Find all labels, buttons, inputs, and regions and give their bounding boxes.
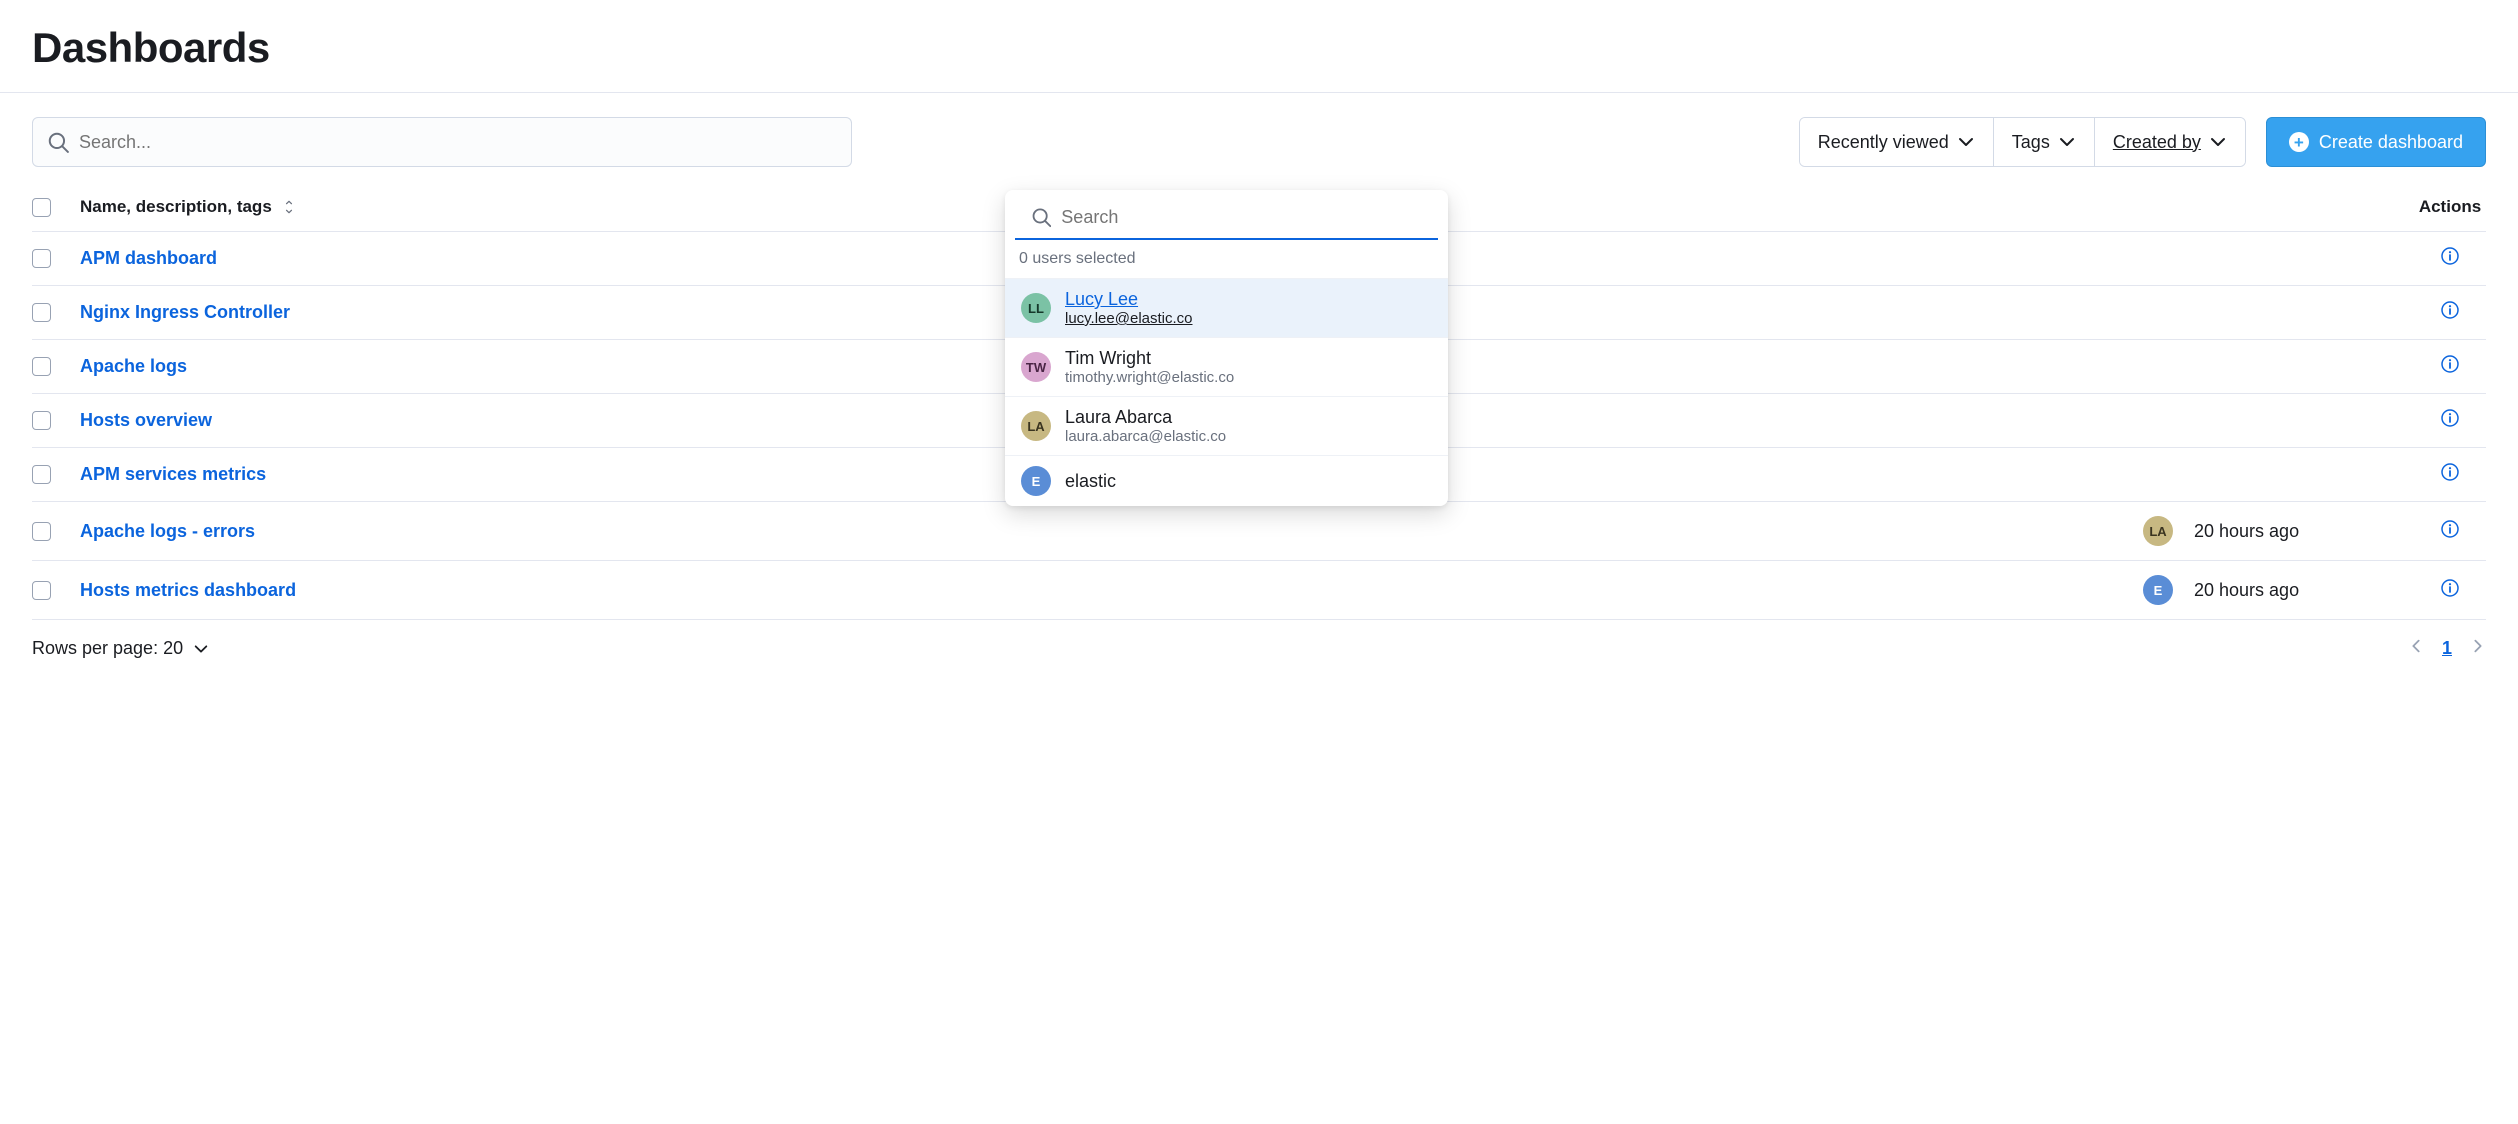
select-all-checkbox[interactable] [32,198,51,217]
user-option[interactable]: TW Tim Wrighttimothy.wright@elastic.co [1005,337,1448,396]
user-avatar: LA [1021,411,1051,441]
popover-search[interactable] [1015,194,1438,240]
chevron-down-icon [193,641,209,657]
dashboard-link[interactable]: APM services metrics [80,464,266,485]
table-row: Hosts metrics dashboard E 20 hours ago [32,561,2486,620]
filter-label: Tags [2012,132,2050,153]
dashboard-link[interactable]: Hosts metrics dashboard [80,580,296,601]
page-prev[interactable] [2408,638,2424,659]
row-checkbox[interactable] [32,411,51,430]
sort-icon [280,198,298,216]
updated-time: 20 hours ago [2194,580,2414,601]
info-icon[interactable] [2440,246,2460,271]
page-title: Dashboards [32,24,2486,72]
filter-label: Created by [2113,132,2201,153]
user-avatar: LL [1021,293,1051,323]
filter-tags[interactable]: Tags [1994,118,2095,166]
row-checkbox[interactable] [32,581,51,600]
user-name: elastic [1065,471,1116,492]
search-box[interactable] [32,117,852,167]
dashboard-link[interactable]: Nginx Ingress Controller [80,302,290,323]
row-checkbox[interactable] [32,249,51,268]
chevron-down-icon [1957,133,1975,151]
popover-status: 0 users selected [1005,240,1448,278]
table-row: Apache logs - errors LA 20 hours ago [32,502,2486,561]
user-option[interactable]: LL Lucy Leelucy.lee@elastic.co [1005,278,1448,337]
rows-per-page-label: Rows per page: 20 [32,638,183,659]
user-option[interactable]: Eelastic [1005,455,1448,506]
rows-per-page[interactable]: Rows per page: 20 [32,638,209,659]
user-email: laura.abarca@elastic.co [1065,428,1226,445]
user-email: timothy.wright@elastic.co [1065,369,1234,386]
search-input[interactable] [79,132,837,153]
filter-recently-viewed[interactable]: Recently viewed [1800,118,1994,166]
column-header-label: Name, description, tags [80,197,272,217]
dashboard-link[interactable]: Hosts overview [80,410,212,431]
user-avatar: TW [1021,352,1051,382]
dashboard-link[interactable]: Apache logs [80,356,187,377]
updated-time: 20 hours ago [2194,521,2414,542]
dashboard-link[interactable]: APM dashboard [80,248,217,269]
create-button-label: Create dashboard [2319,132,2463,153]
info-icon[interactable] [2440,354,2460,379]
popover-search-input[interactable] [1061,207,1422,228]
info-icon[interactable] [2440,578,2460,603]
filter-group: Recently viewed Tags Created by [1799,117,2246,167]
chevron-down-icon [2209,133,2227,151]
dashboard-link[interactable]: Apache logs - errors [80,521,255,542]
user-name: Tim Wright [1065,348,1234,369]
creator-avatar[interactable]: LA [2143,516,2173,546]
row-checkbox[interactable] [32,465,51,484]
search-icon [47,131,69,153]
table-footer: Rows per page: 20 1 [0,620,2518,677]
info-icon[interactable] [2440,300,2460,325]
column-actions-header: Actions [2414,197,2486,217]
user-option[interactable]: LA Laura Abarcalaura.abarca@elastic.co [1005,396,1448,455]
user-name: Laura Abarca [1065,407,1226,428]
page-number[interactable]: 1 [2442,638,2452,659]
user-avatar: E [1021,466,1051,496]
info-icon[interactable] [2440,462,2460,487]
pagination: 1 [2408,638,2486,659]
creator-avatar[interactable]: E [2143,575,2173,605]
search-icon [1031,206,1051,228]
user-name: Lucy Lee [1065,289,1193,310]
chevron-down-icon [2058,133,2076,151]
toolbar: Recently viewed Tags Created by Create d… [0,93,2518,183]
row-checkbox[interactable] [32,303,51,322]
filter-created-by[interactable]: Created by [2095,118,2245,166]
plus-circle-icon [2289,132,2309,152]
create-dashboard-button[interactable]: Create dashboard [2266,117,2486,167]
row-checkbox[interactable] [32,357,51,376]
page-header: Dashboards [0,0,2518,93]
row-checkbox[interactable] [32,522,51,541]
info-icon[interactable] [2440,519,2460,544]
filter-label: Recently viewed [1818,132,1949,153]
user-email: lucy.lee@elastic.co [1065,310,1193,327]
info-icon[interactable] [2440,408,2460,433]
page-next[interactable] [2470,638,2486,659]
created-by-popover: 0 users selected LL Lucy Leelucy.lee@elas… [1005,190,1448,506]
